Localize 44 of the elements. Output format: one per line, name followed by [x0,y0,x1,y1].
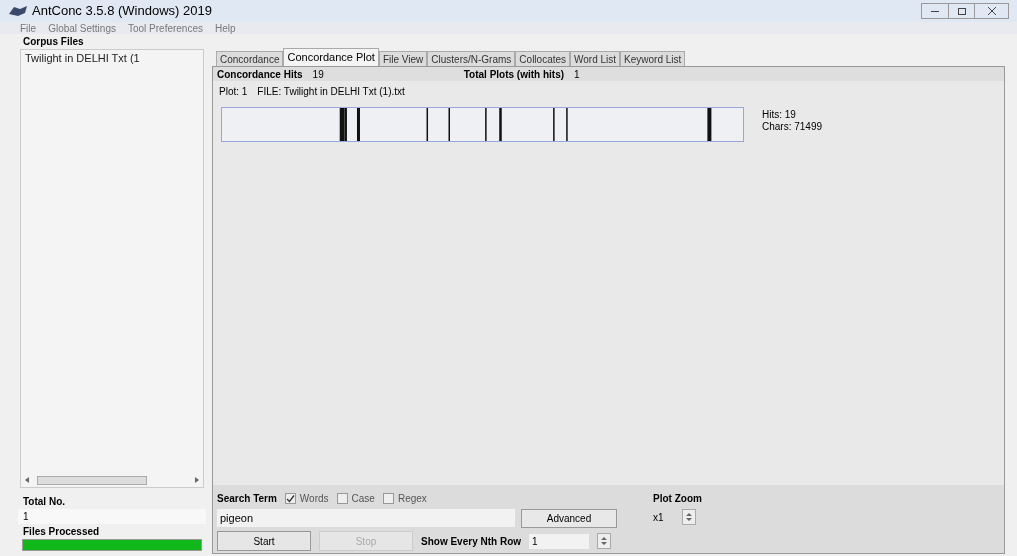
scroll-right-icon[interactable] [195,477,199,483]
window-title: AntConc 3.5.8 (Windows) 2019 [32,2,212,21]
checkbox-label: Regex [397,492,427,506]
plot-hits: Hits: 19 [762,109,797,121]
nth-row-label: Show Every Nth Row [421,534,521,549]
nth-row-spinner[interactable] [597,533,611,549]
files-processed-label: Files Processed [22,525,101,539]
scroll-left-icon[interactable] [25,477,29,483]
tab[interactable]: Clusters/N-Grams [427,51,516,66]
start-button[interactable]: Start [217,531,311,551]
plot-zoom-value: x1 [653,510,664,525]
checkbox[interactable] [284,493,296,504]
tab[interactable]: Concordance Plot [283,48,379,66]
tab[interactable]: Collocates [515,51,571,66]
search-field[interactable]: pigeon [217,509,515,527]
advanced-button[interactable]: Advanced [521,509,617,528]
plot-zoom-label: Plot Zoom [653,492,702,506]
concordance-hits-value: 19 [312,67,324,82]
checkbox-label: Case [351,492,375,506]
total-label: Total No. [22,495,67,509]
corpus-file-item[interactable]: Twilight in DELHI Txt (1 [25,50,199,67]
menu-item[interactable]: Tool Preferences [127,20,203,36]
total-plots-label: Total Plots (with hits) [463,67,565,82]
corpus-files-heading: Corpus Files [22,35,85,49]
total-value: 1 [18,509,206,524]
search-term-label: Search Term [217,492,277,506]
tab[interactable]: Keyword List [620,51,686,66]
checkbox-label: Words [299,492,329,506]
plot-zoom-spinner[interactable] [681,509,696,525]
checkbox[interactable] [336,493,348,504]
concordance-hits-label: Concordance Hits [217,67,303,82]
checkbox[interactable] [382,493,394,504]
nth-row-field[interactable]: 1 [529,533,589,549]
plot-number: Plot: 1 [219,85,248,99]
tab[interactable]: Concordance [216,51,284,66]
total-plots-value: 1 [574,67,580,82]
plot-file-name: FILE: Twilight in DELHI Txt (1).txt [257,85,405,99]
tab[interactable]: Word List [570,51,621,66]
menu-item[interactable]: File [20,20,37,36]
menu-item[interactable]: Help [215,20,236,36]
plot-chars: Chars: 71499 [762,121,823,133]
tab[interactable]: File View [378,51,428,66]
menu-item[interactable]: Global Settings [48,20,116,36]
app-icon [8,4,28,18]
